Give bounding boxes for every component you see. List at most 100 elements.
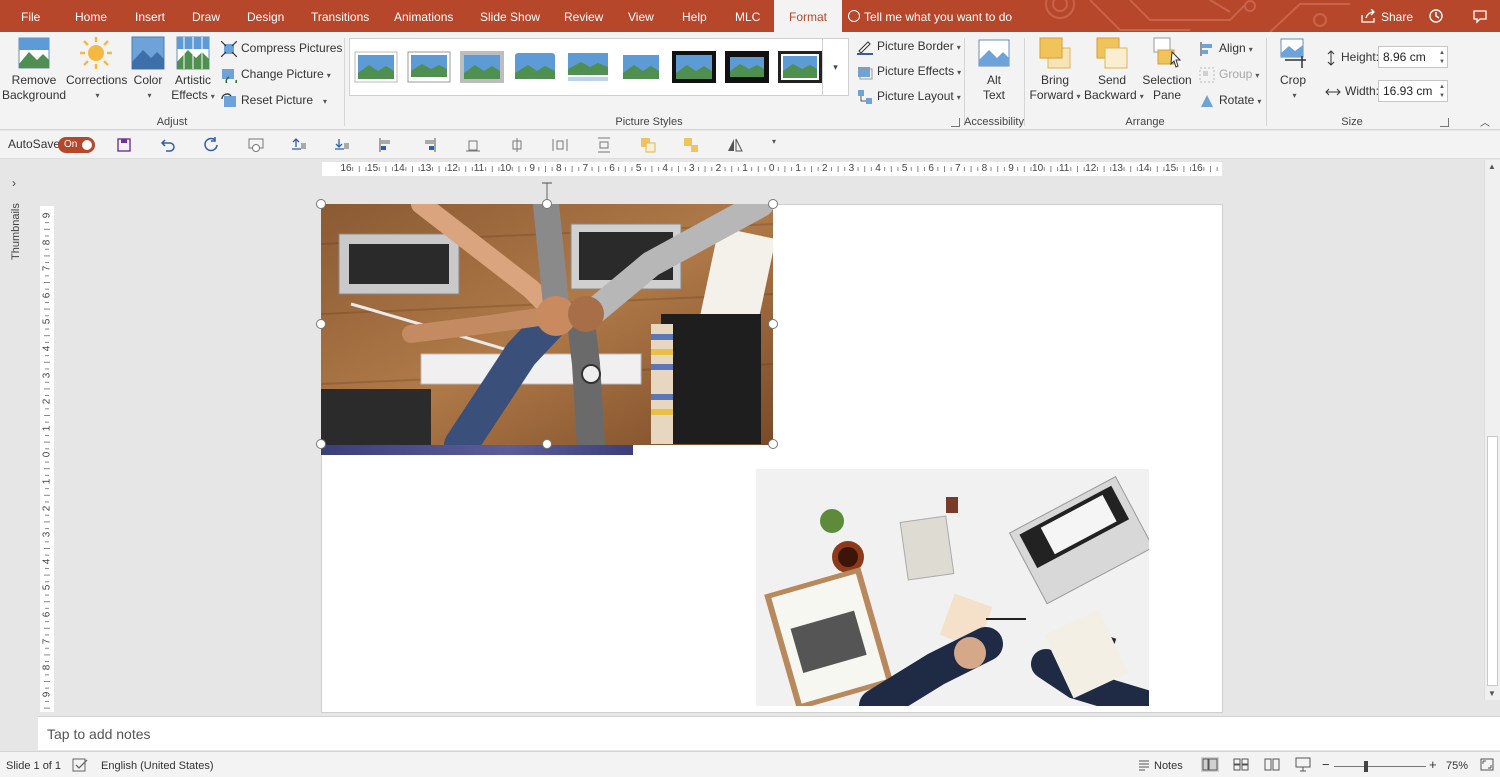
save-icon[interactable] xyxy=(116,137,132,153)
tab-help[interactable]: Help xyxy=(682,0,707,32)
bring-forward-button[interactable]: Bring Forward ▾ xyxy=(1028,36,1082,104)
tab-transitions[interactable]: Transitions xyxy=(311,0,369,32)
align-bottom-icon[interactable] xyxy=(465,137,481,153)
spin-down-icon[interactable]: ▼ xyxy=(1439,92,1445,100)
spin-down-icon[interactable]: ▼ xyxy=(1439,58,1445,66)
tab-format[interactable]: Format xyxy=(774,0,843,32)
picture-style-thumb[interactable] xyxy=(460,51,504,83)
language-indicator[interactable]: English (United States) xyxy=(101,760,214,772)
tab-review[interactable]: Review xyxy=(564,0,603,32)
zoom-in-icon[interactable]: + xyxy=(1429,757,1437,772)
distribute-vertical-icon[interactable] xyxy=(596,137,612,153)
spelling-check-icon[interactable] xyxy=(72,758,88,772)
tab-mlc[interactable]: MLC xyxy=(735,0,760,32)
resize-handle[interactable] xyxy=(768,439,778,449)
picture-style-thumb[interactable] xyxy=(619,51,663,83)
undo-icon[interactable] xyxy=(160,137,176,153)
zoom-slider-thumb[interactable] xyxy=(1364,761,1368,772)
rotate-handle[interactable] xyxy=(540,180,554,200)
bring-to-front-icon[interactable] xyxy=(291,137,307,153)
picture-style-thumb[interactable] xyxy=(672,51,716,83)
gallery-more-button[interactable]: ▾ xyxy=(822,39,848,95)
redo-icon[interactable] xyxy=(203,137,219,153)
tab-animations[interactable]: Animations xyxy=(394,0,453,32)
align-button[interactable]: Align ▾ xyxy=(1199,37,1253,59)
scrollbar-thumb[interactable] xyxy=(1487,436,1498,686)
fit-to-window-icon[interactable] xyxy=(1480,758,1494,771)
tab-design[interactable]: Design xyxy=(247,0,284,32)
remove-background-button[interactable]: Remove Background xyxy=(2,36,66,103)
picture-border-button[interactable]: Picture Border ▾ xyxy=(857,35,961,57)
compress-pictures-button[interactable]: Compress Pictures xyxy=(221,37,342,59)
scroll-up-icon[interactable]: ▲ xyxy=(1488,162,1496,171)
group-objects-icon[interactable] xyxy=(640,137,656,153)
size-dialog-launcher[interactable] xyxy=(1440,118,1449,127)
share-button[interactable]: Share xyxy=(1360,8,1413,26)
zoom-slider[interactable] xyxy=(1334,766,1426,767)
rotate-button[interactable]: Rotate ▾ xyxy=(1199,89,1261,111)
tab-file[interactable]: File xyxy=(21,0,40,32)
tab-view[interactable]: View xyxy=(628,0,654,32)
history-icon[interactable] xyxy=(1428,8,1444,24)
align-left-icon[interactable] xyxy=(378,137,394,153)
from-beginning-icon[interactable] xyxy=(248,137,264,153)
zoom-level[interactable]: 75% xyxy=(1446,760,1468,772)
artistic-effects-button[interactable]: Artistic Effects ▾ xyxy=(170,36,216,104)
picture-layout-button[interactable]: Picture Layout ▾ xyxy=(857,85,961,107)
send-backward-button[interactable]: Send Backward ▾ xyxy=(1084,36,1144,104)
slide-counter[interactable]: Slide 1 of 1 xyxy=(6,760,61,772)
distribute-horizontal-icon[interactable] xyxy=(552,137,568,153)
scroll-down-icon[interactable]: ▼ xyxy=(1488,689,1496,698)
picture-business-desk[interactable] xyxy=(756,469,1149,706)
notes-toggle[interactable]: Notes xyxy=(1154,760,1183,772)
slide-sorter-icon[interactable] xyxy=(1233,758,1249,771)
selection-pane-button[interactable]: Selection Pane xyxy=(1142,36,1192,103)
normal-view-icon[interactable] xyxy=(1201,757,1219,772)
spin-up-icon[interactable]: ▲ xyxy=(1439,49,1445,57)
expand-thumbnails-icon[interactable]: › xyxy=(12,176,16,190)
picture-effects-button[interactable]: Picture Effects ▾ xyxy=(857,60,961,82)
corrections-button[interactable]: Corrections ▾ xyxy=(66,36,127,103)
change-picture-button[interactable]: Change Picture ▾ xyxy=(221,63,331,85)
notes-pane[interactable]: Tap to add notes xyxy=(38,716,1500,750)
picture-style-thumb[interactable] xyxy=(354,51,398,83)
resize-handle[interactable] xyxy=(316,319,326,329)
resize-handle[interactable] xyxy=(768,319,778,329)
resize-handle[interactable] xyxy=(542,439,552,449)
customize-qat-icon[interactable]: ▾ xyxy=(772,137,788,153)
collapse-ribbon-icon[interactable]: ︿ xyxy=(1480,114,1490,129)
tell-me-search[interactable]: Tell me what you want to do xyxy=(848,8,1012,26)
picture-style-thumb[interactable] xyxy=(778,51,822,83)
ungroup-objects-icon[interactable] xyxy=(683,137,699,153)
crop-button[interactable]: Crop ▾ xyxy=(1272,36,1314,103)
zoom-out-icon[interactable]: − xyxy=(1322,757,1330,772)
flip-horizontal-icon[interactable] xyxy=(727,137,743,153)
align-right-icon[interactable] xyxy=(421,137,437,153)
slide-show-icon[interactable] xyxy=(1295,757,1311,772)
height-input[interactable]: 8.96 cm ▲ ▼ xyxy=(1378,46,1448,68)
selected-picture-teamwork[interactable] xyxy=(321,204,773,445)
resize-handle[interactable] xyxy=(542,199,552,209)
picture-style-thumb[interactable] xyxy=(513,51,557,83)
align-center-icon[interactable] xyxy=(509,137,525,153)
reset-picture-button[interactable]: Reset Picture ▾ xyxy=(221,89,327,111)
tab-home[interactable]: Home xyxy=(75,0,107,32)
resize-handle[interactable] xyxy=(316,199,326,209)
picture-styles-dialog-launcher[interactable] xyxy=(951,118,960,127)
color-button[interactable]: Color ▾ xyxy=(128,36,168,103)
picture-style-thumb[interactable] xyxy=(566,51,610,83)
tab-draw[interactable]: Draw xyxy=(192,0,220,32)
picture-style-thumb[interactable] xyxy=(725,51,769,83)
resize-handle[interactable] xyxy=(316,439,326,449)
group-button[interactable]: Group ▾ xyxy=(1199,63,1259,85)
picture-styles-gallery[interactable]: ▾ xyxy=(349,38,849,96)
spin-up-icon[interactable]: ▲ xyxy=(1439,83,1445,91)
thumbnails-label[interactable]: Thumbnails xyxy=(10,203,22,260)
comments-icon[interactable] xyxy=(1472,8,1488,24)
reading-view-icon[interactable] xyxy=(1264,758,1280,771)
tab-insert[interactable]: Insert xyxy=(135,0,165,32)
tab-slide-show[interactable]: Slide Show xyxy=(480,0,540,32)
picture-style-thumb[interactable] xyxy=(407,51,451,83)
resize-handle[interactable] xyxy=(768,199,778,209)
width-input[interactable]: 16.93 cm ▲ ▼ xyxy=(1378,80,1448,102)
